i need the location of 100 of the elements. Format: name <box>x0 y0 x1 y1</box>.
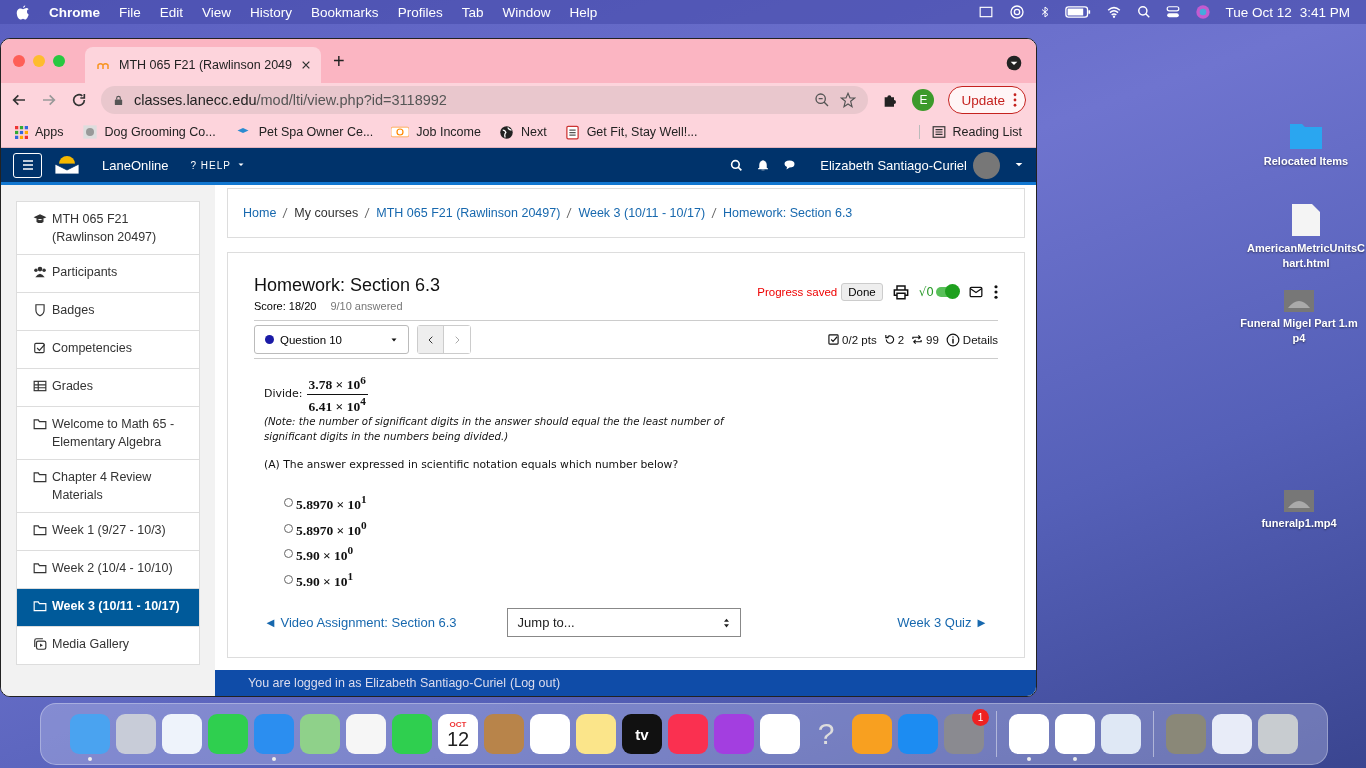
desktop-icon-label[interactable]: Funeral Migel Part 1.mp4 <box>1240 316 1358 346</box>
menu-item[interactable]: Bookmarks <box>311 4 379 20</box>
bell-icon[interactable] <box>757 158 770 172</box>
search-icon[interactable] <box>730 158 744 172</box>
puzzle-piece-icon[interactable] <box>882 92 899 108</box>
reload-icon[interactable] <box>71 92 87 108</box>
menu-item[interactable]: File <box>119 4 141 20</box>
sidebar-item[interactable]: Badges <box>16 293 200 331</box>
breadcrumb-link[interactable]: Week 3 (10/11 - 10/17) <box>578 206 706 220</box>
bookmark-link[interactable]: Pet Spa Owner Ce... <box>258 125 374 139</box>
forward-arrow-icon[interactable] <box>41 92 57 108</box>
user-avatar[interactable] <box>973 151 1000 179</box>
menu-item[interactable]: History <box>250 4 293 20</box>
breadcrumb-link[interactable]: Homework: Section 6.3 <box>723 206 853 220</box>
sidebar-item[interactable]: Week 3 (10/11 - 10/17) <box>16 589 200 627</box>
help-menu[interactable]: ? HELP <box>190 159 231 171</box>
menu-time[interactable]: 3:41 PM <box>1299 4 1350 20</box>
previous-activity-link[interactable]: ◄ Video Assignment: Section 6.3 <box>264 615 457 630</box>
breadcrumb-link[interactable]: MTH 065 F21 (Rawlinson 20497) <box>376 206 561 220</box>
menu-app-name[interactable]: Chrome <box>49 4 100 20</box>
sidebar-item[interactable]: Welcome to Math 65 - Elementary Algebra <box>16 407 200 460</box>
breadcrumb-link[interactable]: Home <box>243 206 277 220</box>
next-activity-link[interactable]: Week 3 Quiz ► <box>897 615 988 630</box>
folder-icon <box>33 523 47 537</box>
zoom-out-icon[interactable] <box>814 92 831 108</box>
sidebar-item[interactable]: MTH 065 F21 (Rawlinson 20497) <box>16 201 200 255</box>
print-icon[interactable] <box>892 284 909 300</box>
tab-menu-icon[interactable] <box>1006 55 1022 71</box>
video-thumbnail-icon <box>1284 290 1314 312</box>
bookmark-link[interactable]: Dog Grooming Co... <box>104 125 216 139</box>
calendar-icon[interactable]: OCT 12 <box>438 714 478 754</box>
new-tab-button[interactable]: + <box>327 51 351 71</box>
math-entry-toggle[interactable] <box>936 287 958 297</box>
desktop-icon-label[interactable]: funeralp1.mp4 <box>1261 516 1337 531</box>
sidebar-item[interactable]: Media Gallery <box>16 627 200 665</box>
bookmark-link[interactable]: Job Income <box>416 125 481 139</box>
question-dropdown[interactable]: Question 10 <box>254 325 409 354</box>
answer-option[interactable]: 5.90 × 10$^{0}$ <box>284 544 988 564</box>
more-vertical-icon[interactable] <box>994 285 998 299</box>
menu-item[interactable]: Profiles <box>397 4 443 20</box>
jump-to-dropdown[interactable]: Jump to... <box>506 608 741 637</box>
profile-avatar[interactable]: E <box>912 89 935 111</box>
menu-item[interactable]: Edit <box>159 4 184 20</box>
notification-badge: 1 <box>972 709 989 726</box>
menu-button[interactable] <box>13 152 42 178</box>
sidebar-item[interactable]: Week 2 (10/4 - 10/10) <box>16 551 200 589</box>
save-status: Progress saved <box>757 286 838 298</box>
radio-button[interactable] <box>284 574 293 584</box>
menu-date[interactable]: Tue Oct 12 <box>1225 4 1292 20</box>
fraction-numerator: 3.78 × 10$^{6}$ <box>308 376 366 392</box>
bookmark-link[interactable]: Apps <box>35 125 64 139</box>
bookmark-link[interactable]: Get Fit, Stay Well!... <box>586 125 698 139</box>
sidebar-item[interactable]: Participants <box>16 255 200 293</box>
back-arrow-icon[interactable] <box>11 92 27 108</box>
radio-button[interactable] <box>284 498 293 508</box>
chat-bubble-icon[interactable] <box>783 159 797 171</box>
reading-list-button[interactable]: Reading List <box>952 125 1022 139</box>
desktop-icon-label[interactable]: Relocated Items <box>1263 154 1349 169</box>
browser-tab[interactable]: MTH 065 F21 (Rawlinson 2049 <box>85 47 321 83</box>
sidebar-item[interactable]: Chapter 4 Review Materials <box>16 460 200 513</box>
question-prompt: Divide: <box>264 387 303 400</box>
menu-icon <box>20 159 35 171</box>
answer-option[interactable]: 5.8970 × 10$^{1}$ <box>284 493 988 513</box>
radio-button[interactable] <box>284 523 293 533</box>
sidebar-item[interactable]: Grades <box>16 369 200 407</box>
bookmark-link[interactable]: Next <box>520 125 547 139</box>
sidebar-item[interactable]: Competencies <box>16 331 200 369</box>
desktop-icon-label[interactable]: AmericanMetricUnitsChart.html <box>1247 241 1365 271</box>
question-note: (Note: the number of significant digits in the answer should equal the the least number of significant digits in the numbers being divided.) <box>264 415 726 444</box>
sidebar-item[interactable]: Week 1 (9/27 - 10/3) <box>16 513 200 551</box>
close-icon[interactable] <box>301 60 311 70</box>
media-icon <box>33 637 47 651</box>
close-window-icon[interactable] <box>13 55 25 67</box>
radio-button[interactable] <box>284 549 293 559</box>
app-label: tv <box>635 725 649 743</box>
menu-item[interactable]: Tab <box>461 4 484 20</box>
details-link[interactable]: Details <box>962 333 998 346</box>
user-name[interactable]: Elizabeth Santiago-Curiel <box>820 157 967 173</box>
answer-option[interactable]: 5.90 × 10$^{1}$ <box>284 569 988 589</box>
more-vertical-icon <box>1013 93 1017 107</box>
globe-icon <box>498 124 514 140</box>
breadcrumb-item[interactable]: My courses <box>294 206 359 220</box>
site-name[interactable]: LaneOnline <box>102 157 169 173</box>
fraction-denominator: 6.41 × 10$^{4}$ <box>308 394 366 414</box>
answer-option[interactable]: 5.8970 × 10$^{0}$ <box>284 518 988 538</box>
tv-icon[interactable]: tv <box>622 714 662 754</box>
graduation-cap-icon <box>33 212 47 226</box>
update-button[interactable]: Update <box>948 86 1026 114</box>
chevron-right-icon <box>453 334 461 345</box>
info-icon[interactable] <box>945 332 960 347</box>
menu-item[interactable]: Window <box>502 4 551 20</box>
done-button[interactable]: Done <box>841 283 883 301</box>
menu-item[interactable]: Help <box>569 4 598 20</box>
slash-separator-icon <box>282 207 289 219</box>
star-icon[interactable] <box>840 92 857 108</box>
caret-icon[interactable] <box>1014 161 1024 169</box>
airdrop-icon <box>1009 4 1026 20</box>
address-bar[interactable]: classes.lanecc.edu/mod/lti/view.php?id=3118992 <box>101 86 869 114</box>
menu-item[interactable]: View <box>202 4 232 20</box>
logout-link[interactable]: (Log out) <box>510 676 561 696</box>
